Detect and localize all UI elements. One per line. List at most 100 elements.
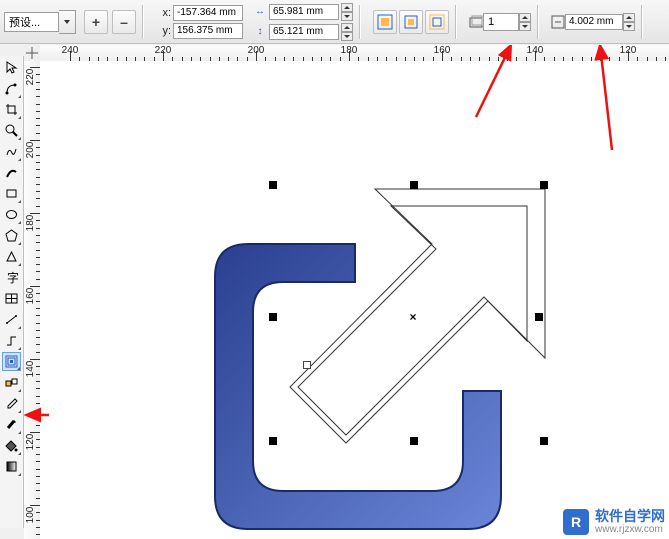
selection-handle[interactable] xyxy=(535,313,543,321)
connector-tool[interactable] xyxy=(2,331,21,350)
outline-tool[interactable] xyxy=(2,415,21,434)
workspace: 240220200180160140120 220200180160140120… xyxy=(24,45,669,539)
preset-add-button[interactable]: + xyxy=(84,10,108,34)
freehand-tool[interactable] xyxy=(2,142,21,161)
ruler-origin[interactable] xyxy=(24,45,41,62)
ruler-v-label: 160 xyxy=(25,288,36,305)
arrow-contour-outer[interactable] xyxy=(290,189,545,443)
selection-handle[interactable] xyxy=(269,437,277,445)
preset-combo-field[interactable]: 预设... xyxy=(4,12,59,32)
spinner-up-icon xyxy=(344,6,350,9)
watermark-url: www.rjzxw.com xyxy=(595,524,665,535)
property-bar: 预设... + – x: -157.364 mm y: 156.375 mm xyxy=(0,0,669,44)
y-position-field[interactable]: 156.375 mm xyxy=(173,23,243,39)
contour-node-marker[interactable] xyxy=(303,361,311,369)
interactive-fill-tool[interactable] xyxy=(2,457,21,476)
spinner-down-icon xyxy=(344,35,350,38)
spinner-up-icon xyxy=(344,26,350,29)
spinner-down-icon xyxy=(522,25,528,28)
chevron-down-icon xyxy=(64,20,70,24)
size-cluster: ↔ 65.981 mm ↕ 65.121 mm xyxy=(253,3,353,41)
selection-handle[interactable] xyxy=(410,181,418,189)
preset-combo-dropdown[interactable] xyxy=(59,10,76,34)
contour-steps-field[interactable]: 1 xyxy=(483,13,519,31)
shape-tool[interactable] xyxy=(2,79,21,98)
selection-handle[interactable] xyxy=(410,437,418,445)
steps-icon xyxy=(469,15,483,29)
width-value: 65.981 mm xyxy=(273,6,323,17)
contour-outside-icon xyxy=(429,14,445,30)
watermark-logo: R xyxy=(563,509,589,535)
basic-shapes-tool[interactable] xyxy=(2,247,21,266)
drawing-layer: × xyxy=(40,61,669,539)
table-tool[interactable] xyxy=(2,289,21,308)
selection-handle[interactable] xyxy=(540,437,548,445)
contour-center-button[interactable] xyxy=(399,10,423,34)
preset-remove-button[interactable]: – xyxy=(112,10,136,34)
dimension-tool[interactable] xyxy=(2,310,21,329)
separator xyxy=(641,5,643,39)
zoom-tool[interactable] xyxy=(2,121,21,140)
position-cluster: x: -157.364 mm y: 156.375 mm xyxy=(158,2,243,42)
svg-text:字: 字 xyxy=(7,271,18,284)
ruler-h-label: 220 xyxy=(155,45,172,56)
canvas[interactable]: × R 软件自学网 www.rjzxw.com xyxy=(40,61,669,539)
text-tool[interactable]: 字 xyxy=(2,268,21,287)
x-position-value: -157.364 mm xyxy=(177,7,236,18)
width-spinner[interactable] xyxy=(341,3,353,21)
watermark-initial: R xyxy=(571,514,581,530)
selection-center[interactable]: × xyxy=(409,310,416,324)
ruler-v-label: 180 xyxy=(25,215,36,232)
ruler-v-label: 120 xyxy=(25,434,36,451)
height-spinner[interactable] xyxy=(341,23,353,41)
pick-tool[interactable] xyxy=(2,58,21,77)
offset-icon xyxy=(551,15,565,29)
ruler-h-label: 180 xyxy=(341,45,358,56)
vertical-ruler[interactable]: 220200180160140120100 xyxy=(24,61,41,539)
contour-inside-button[interactable] xyxy=(373,10,397,34)
ruler-h-label: 140 xyxy=(527,45,544,56)
separator xyxy=(142,5,144,39)
separator xyxy=(537,5,539,39)
x-position-field[interactable]: -157.364 mm xyxy=(173,5,243,21)
watermark: R 软件自学网 www.rjzxw.com xyxy=(563,509,665,535)
height-field[interactable]: 65.121 mm xyxy=(269,24,339,40)
spinner-down-icon xyxy=(626,25,632,28)
width-field[interactable]: 65.981 mm xyxy=(269,4,339,20)
x-label: x: xyxy=(158,7,171,19)
separator xyxy=(359,5,361,39)
base-shape[interactable] xyxy=(215,244,501,529)
artwork xyxy=(40,61,669,539)
preset-combo[interactable]: 预设... xyxy=(4,10,76,34)
contour-tool[interactable] xyxy=(2,352,21,371)
contour-inside-icon xyxy=(377,14,393,30)
watermark-title: 软件自学网 xyxy=(595,509,665,524)
ruler-origin-icon xyxy=(26,47,38,59)
selection-handle[interactable] xyxy=(269,313,277,321)
minus-icon: – xyxy=(120,14,128,30)
ruler-h-label: 240 xyxy=(62,45,79,56)
fill-tool[interactable] xyxy=(2,436,21,455)
polygon-tool[interactable] xyxy=(2,226,21,245)
dropper-tool[interactable] xyxy=(2,394,21,413)
selection-handle[interactable] xyxy=(540,181,548,189)
contour-steps-value: 1 xyxy=(488,16,494,28)
contour-outside-button[interactable] xyxy=(425,10,449,34)
spinner-up-icon xyxy=(522,16,528,19)
width-icon: ↔ xyxy=(253,5,267,19)
offset-spinner[interactable] xyxy=(623,13,635,31)
blend-tool[interactable] xyxy=(2,373,21,392)
contour-center-icon xyxy=(403,14,419,30)
spinner-down-icon xyxy=(344,15,350,18)
ellipse-tool[interactable] xyxy=(2,205,21,224)
crop-tool[interactable] xyxy=(2,100,21,119)
rectangle-tool[interactable] xyxy=(2,184,21,203)
contour-offset-field[interactable]: 4.002 mm xyxy=(565,14,623,30)
selection-handle[interactable] xyxy=(269,181,277,189)
horizontal-ruler[interactable]: 240220200180160140120 xyxy=(40,45,669,62)
artistic-media-tool[interactable] xyxy=(2,163,21,182)
contour-offset-value: 4.002 mm xyxy=(569,16,613,27)
plus-icon: + xyxy=(92,14,100,30)
steps-spinner[interactable] xyxy=(519,13,531,31)
ruler-v-label: 220 xyxy=(25,69,36,86)
